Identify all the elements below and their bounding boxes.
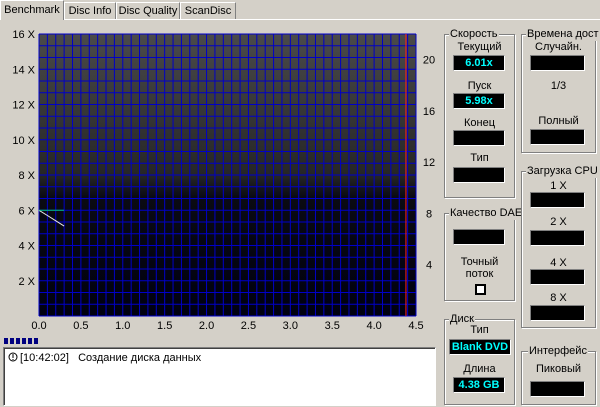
cpu-usage-group: Загрузка CPU 1 X 2 X 4 X 8 X [521, 164, 599, 328]
access-random-value [530, 55, 585, 71]
speed-group: Скорость Текущий 6.01x Пуск 5.98x Конец … [444, 27, 515, 198]
tab-benchmark[interactable]: Benchmark [0, 0, 64, 20]
cpu-8x-value [530, 305, 585, 321]
x-tick-label: 0.0 [31, 320, 46, 332]
speed-current-value: 6.01x [453, 55, 505, 71]
dae-quality-value [453, 229, 505, 245]
progress-indicator [4, 338, 48, 344]
x-tick-label: 2.0 [199, 320, 214, 332]
access-times-title: Времена дост [526, 27, 600, 41]
cpu-2x-value [530, 230, 585, 246]
log-entry: [10:42:02] Создание диска данных [8, 352, 201, 364]
y2-tick-label: 4 [426, 260, 432, 272]
y-tick-label: 14 X [12, 64, 35, 76]
y-tick-label: 12 X [12, 100, 35, 112]
y2-tick-label: 16 [423, 106, 435, 118]
accurate-stream-label-2: поток [465, 268, 494, 280]
cpu-usage-title: Загрузка CPU [526, 164, 599, 178]
y-tick-label: 4 X [18, 241, 35, 253]
dae-quality-title: Качество DAE [449, 206, 524, 220]
disc-length-value: 4.38 GB [453, 377, 505, 393]
x-tick-label: 4.5 [408, 320, 423, 332]
speed-type-value [453, 167, 505, 183]
speed-end-value [453, 130, 505, 146]
tab-disc-quality[interactable]: Disc Quality [116, 2, 180, 19]
access-full-label: Полный [538, 115, 579, 127]
log-message: Создание диска данных [78, 352, 202, 364]
y2-tick-label: 20 [423, 55, 435, 67]
x-tick-label: 3.5 [325, 320, 340, 332]
y-tick-label: 6 X [18, 205, 35, 217]
x-tick-label: 3.0 [283, 320, 298, 332]
dae-quality-group: Качество DAE Точный поток [444, 206, 524, 301]
access-random-label: Случайн. [535, 41, 582, 53]
accurate-stream-checkbox[interactable] [475, 284, 486, 295]
burst-rate-value [530, 381, 585, 397]
disc-type-value: Blank DVD [449, 339, 511, 355]
y2-tick-label: 12 [423, 157, 435, 169]
cpu-8x-label: 8 X [550, 292, 567, 304]
tab-bar: Benchmark Disc Info Disc Quality ScanDis… [0, 0, 600, 20]
access-full-value [530, 129, 585, 145]
y-tick-label: 2 X [18, 276, 35, 288]
disc-length-label: Длина [463, 363, 496, 375]
burst-rate-label: Пиковый [536, 363, 581, 375]
x-tick-label: 2.5 [241, 320, 256, 332]
benchmark-chart-svg: 0.0 0.5 1.0 1.5 2.0 2.5 3.0 3.5 4.0 4.5 2 X 4 X 6 X 8… [12, 29, 435, 332]
y-tick-label: 8 X [18, 170, 35, 182]
access-third-label: 1/3 [550, 80, 567, 92]
tab-disc-info[interactable]: Disc Info [64, 2, 116, 19]
tab-scandisc[interactable]: ScanDisc [180, 2, 236, 19]
x-tick-label: 4.0 [366, 320, 381, 332]
cpu-4x-value [530, 269, 585, 285]
info-icon [8, 352, 18, 362]
cpu-1x-value [530, 192, 585, 208]
speed-current-label: Текущий [457, 41, 502, 53]
y-tick-label: 10 X [12, 135, 35, 147]
x-tick-label: 0.5 [73, 320, 88, 332]
x-tick-label: 1.5 [157, 320, 172, 332]
disc-group: Диск Тип Blank DVD Длина 4.38 GB [444, 312, 515, 405]
interface-title: Интерфейс [528, 344, 588, 358]
speed-type-label: Тип [470, 152, 489, 164]
disc-type-label: Тип [470, 324, 489, 336]
interface-group: Интерфейс Пиковый [521, 344, 596, 405]
y2-tick-label: 8 [426, 208, 432, 220]
speed-start-label: Пуск [467, 80, 492, 92]
log-time: [10:42:02] [20, 352, 69, 364]
log-panel[interactable]: [10:42:02] Создание диска данных [3, 347, 436, 406]
speed-start-value: 5.98x [453, 93, 505, 109]
cpu-2x-label: 2 X [550, 216, 567, 228]
x-tick-label: 1.0 [115, 320, 130, 332]
speed-end-label: Конец [463, 117, 496, 129]
benchmark-chart: 0.0 0.5 1.0 1.5 2.0 2.5 3.0 3.5 4.0 4.5 2 X 4 X 6 X 8… [0, 22, 440, 340]
access-times-group: Времена дост Случайн. 1/3 Полный [521, 27, 600, 153]
y-tick-label: 16 X [12, 29, 35, 41]
speed-group-title: Скорость [449, 27, 499, 41]
